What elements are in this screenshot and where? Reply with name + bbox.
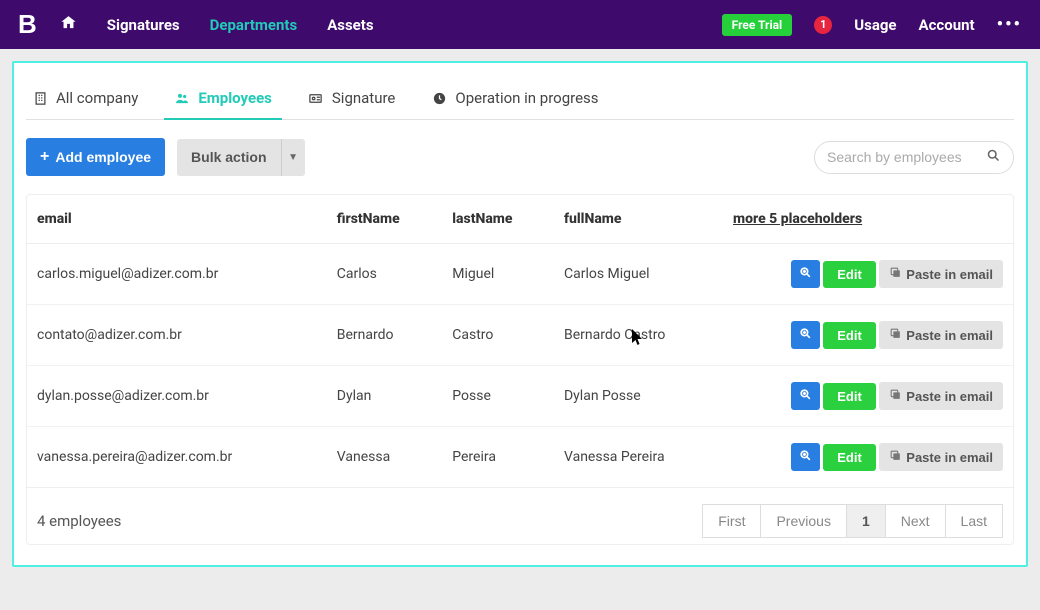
cell-fullname: Vanessa Pereira <box>554 427 723 488</box>
tab-label: Operation in progress <box>455 89 598 107</box>
nav-departments[interactable]: Departments <box>210 16 298 34</box>
clock-icon <box>431 90 447 106</box>
inspect-button[interactable] <box>791 443 820 471</box>
top-navbar: B Signatures Departments Assets Free Tri… <box>0 0 1040 49</box>
col-email[interactable]: email <box>27 195 327 244</box>
bulk-action-dropdown[interactable]: ▼ <box>281 139 305 176</box>
content-card: All company Employees Signature Operatio… <box>12 61 1028 567</box>
pagination: First Previous 1 Next Last <box>702 504 1003 538</box>
inspect-button[interactable] <box>791 382 820 410</box>
cell-fullname: Carlos Miguel <box>554 244 723 305</box>
bulk-action-group: Bulk action ▼ <box>177 139 304 176</box>
copy-icon <box>889 266 902 282</box>
plus-icon: + <box>40 148 49 166</box>
cell-email: carlos.miguel@adizer.com.br <box>27 244 327 305</box>
cell-email: dylan.posse@adizer.com.br <box>27 366 327 427</box>
edit-button[interactable]: Edit <box>823 261 876 288</box>
table-row: dylan.posse@adizer.com.brDylanPosseDylan… <box>27 366 1013 427</box>
table-header-row: email firstName lastName fullName more 5… <box>27 195 1013 244</box>
tab-operation[interactable]: Operation in progress <box>429 77 600 119</box>
cell-actions: Edit Paste in email <box>723 244 1013 305</box>
nav-assets[interactable]: Assets <box>327 16 373 34</box>
col-more-placeholders[interactable]: more 5 placeholders <box>723 195 1013 244</box>
pager-previous[interactable]: Previous <box>760 504 845 538</box>
tab-label: Employees <box>198 89 272 107</box>
brand-logo[interactable]: B <box>18 9 36 40</box>
inspect-button[interactable] <box>791 321 820 349</box>
free-trial-badge[interactable]: Free Trial <box>722 14 793 36</box>
cell-actions: Edit Paste in email <box>723 305 1013 366</box>
zoom-icon <box>799 449 812 465</box>
caret-down-icon: ▼ <box>288 152 298 163</box>
pager-last[interactable]: Last <box>945 504 1003 538</box>
nav-usage[interactable]: Usage <box>854 16 896 34</box>
paste-email-button[interactable]: Paste in email <box>879 382 1003 410</box>
table-footer: 4 employees First Previous 1 Next Last <box>27 488 1013 544</box>
edit-button[interactable]: Edit <box>823 444 876 471</box>
page: All company Employees Signature Operatio… <box>0 49 1040 567</box>
bulk-action-button[interactable]: Bulk action <box>177 139 280 176</box>
nav-account[interactable]: Account <box>919 16 975 34</box>
nav-left: Signatures Departments Assets <box>60 14 374 35</box>
copy-icon <box>889 327 902 343</box>
pager-next[interactable]: Next <box>885 504 945 538</box>
edit-button[interactable]: Edit <box>823 383 876 410</box>
more-icon[interactable]: ••• <box>997 14 1022 35</box>
col-firstname[interactable]: firstName <box>327 195 442 244</box>
cell-fullname: Dylan Posse <box>554 366 723 427</box>
notification-badge[interactable]: 1 <box>814 16 832 34</box>
search-icon <box>986 148 1001 167</box>
add-label: Add employee <box>55 149 151 165</box>
cell-firstname: Carlos <box>327 244 442 305</box>
employees-table: email firstName lastName fullName more 5… <box>26 194 1014 545</box>
zoom-icon <box>799 388 812 404</box>
table-row: vanessa.pereira@adizer.com.brVanessaPere… <box>27 427 1013 488</box>
tab-label: Signature <box>332 89 396 107</box>
cell-actions: Edit Paste in email <box>723 366 1013 427</box>
cell-actions: Edit Paste in email <box>723 427 1013 488</box>
nav-right: Free Trial 1 Usage Account ••• <box>722 14 1022 36</box>
users-icon <box>174 90 190 106</box>
cell-lastname: Miguel <box>442 244 554 305</box>
search-input[interactable] <box>827 149 967 165</box>
tabs: All company Employees Signature Operatio… <box>26 77 1014 120</box>
cell-email: vanessa.pereira@adizer.com.br <box>27 427 327 488</box>
cell-firstname: Dylan <box>327 366 442 427</box>
col-fullname[interactable]: fullName <box>554 195 723 244</box>
tab-label: All company <box>56 89 138 107</box>
id-card-icon <box>308 90 324 106</box>
cell-firstname: Bernardo <box>327 305 442 366</box>
toolbar: + Add employee Bulk action ▼ <box>26 120 1014 180</box>
cell-lastname: Pereira <box>442 427 554 488</box>
summary-text: 4 employees <box>37 512 121 530</box>
inspect-button[interactable] <box>791 260 820 288</box>
edit-button[interactable]: Edit <box>823 322 876 349</box>
home-icon[interactable] <box>60 14 77 35</box>
zoom-icon <box>799 327 812 343</box>
zoom-icon <box>799 266 812 282</box>
cell-fullname: Bernardo Castro <box>554 305 723 366</box>
cell-email: contato@adizer.com.br <box>27 305 327 366</box>
building-icon <box>32 90 48 106</box>
pager-page-1[interactable]: 1 <box>846 504 885 538</box>
tab-all-company[interactable]: All company <box>30 77 140 119</box>
col-lastname[interactable]: lastName <box>442 195 554 244</box>
cell-lastname: Castro <box>442 305 554 366</box>
cell-lastname: Posse <box>442 366 554 427</box>
copy-icon <box>889 388 902 404</box>
table-row: carlos.miguel@adizer.com.brCarlosMiguelC… <box>27 244 1013 305</box>
search-box[interactable] <box>814 141 1014 174</box>
tab-employees[interactable]: Employees <box>172 77 274 119</box>
add-employee-button[interactable]: + Add employee <box>26 138 165 176</box>
nav-signatures[interactable]: Signatures <box>107 16 180 34</box>
paste-email-button[interactable]: Paste in email <box>879 443 1003 471</box>
copy-icon <box>889 449 902 465</box>
table-row: contato@adizer.com.brBernardoCastroBerna… <box>27 305 1013 366</box>
paste-email-button[interactable]: Paste in email <box>879 321 1003 349</box>
paste-email-button[interactable]: Paste in email <box>879 260 1003 288</box>
cell-firstname: Vanessa <box>327 427 442 488</box>
pager-first[interactable]: First <box>702 504 760 538</box>
tab-signature[interactable]: Signature <box>306 77 398 119</box>
